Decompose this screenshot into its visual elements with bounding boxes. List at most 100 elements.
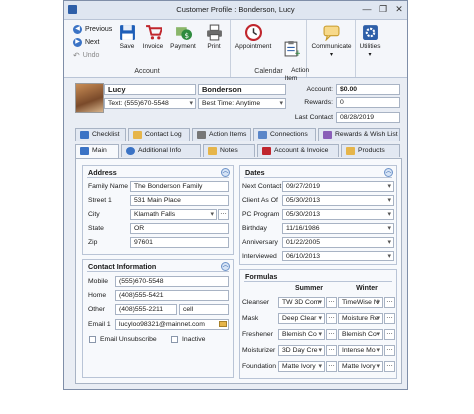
summer-more-button[interactable]: …	[326, 361, 337, 372]
tab-action-items[interactable]: Action Items	[192, 128, 251, 141]
tab-main[interactable]: Main	[75, 144, 119, 158]
email-label: Email 1	[88, 321, 111, 328]
info-icon	[126, 147, 135, 155]
appointment-label: Appointment	[234, 43, 272, 50]
email-field[interactable]: lucyloo98321@mainnet.com	[115, 319, 229, 330]
inactive-checkbox[interactable]	[171, 336, 178, 343]
inactive-label: Inactive	[182, 336, 206, 343]
payment-button[interactable]: $ Payment	[168, 24, 198, 51]
summer-formula-select[interactable]: Matte Ivory	[278, 361, 325, 372]
invoice-button[interactable]: Invoice	[140, 24, 166, 51]
left-arrow-icon: ◀	[73, 25, 82, 34]
invoice-label: Invoice	[142, 43, 164, 50]
print-label: Print	[207, 43, 221, 50]
right-arrow-icon: ▶	[73, 38, 82, 47]
summer-formula-select[interactable]: Deep Clear	[278, 313, 325, 324]
collapse-icon[interactable]: ︿	[221, 168, 230, 177]
tab-products[interactable]: Products	[341, 144, 400, 157]
close-button[interactable]: ✕	[392, 4, 406, 15]
divider	[244, 281, 392, 282]
last-name-field[interactable]: Bonderson	[198, 84, 286, 95]
connections-icon	[258, 131, 267, 139]
account-group-label: Account	[134, 68, 160, 75]
date-field[interactable]: 09/27/2019	[282, 181, 394, 192]
tab-contact-log[interactable]: Contact Log	[128, 128, 190, 141]
winter-formula-select[interactable]: Intense Mo	[338, 345, 383, 356]
best-time-select[interactable]: Best Time: Anytime	[198, 98, 286, 109]
collapse-icon[interactable]: ︿	[221, 262, 230, 271]
winter-more-button[interactable]: …	[384, 297, 395, 308]
winter-more-button[interactable]: …	[384, 329, 395, 340]
contact-info-section: Contact Information ︿ Mobile (555)670-55…	[82, 259, 234, 378]
date-field[interactable]: 01/22/2005	[282, 237, 394, 248]
summer-more-button[interactable]: …	[326, 329, 337, 340]
tab-label: Notes	[220, 147, 238, 154]
restore-button[interactable]: ❐	[376, 4, 390, 15]
winter-more-button[interactable]: …	[384, 313, 395, 324]
summer-more-button[interactable]: …	[326, 313, 337, 324]
tab-label: Products	[358, 147, 385, 154]
date-field[interactable]: 05/30/2013	[282, 195, 394, 206]
collapse-icon[interactable]: ︿	[384, 168, 393, 177]
state-field[interactable]: OR	[130, 223, 229, 234]
date-field[interactable]: 06/10/2013	[282, 251, 394, 261]
first-name-field[interactable]: Lucy	[104, 84, 196, 95]
tab-additional-info[interactable]: Additional Info	[121, 144, 201, 157]
summer-formula-select[interactable]: TW 3D Com	[278, 297, 325, 308]
mobile-field[interactable]: (555)670-5548	[115, 276, 229, 287]
rewards-icon	[323, 131, 332, 139]
save-button[interactable]: Save	[116, 24, 138, 51]
appointment-button[interactable]: Appointment	[233, 24, 273, 51]
state-label: State	[88, 225, 104, 232]
tab-account-invoice[interactable]: Account & Invoice	[257, 144, 339, 157]
gear-icon	[362, 25, 378, 40]
family-name-field[interactable]: The Bonderson Family	[130, 181, 229, 192]
formulas-section: Formulas Summer Winter Cleanser TW 3D Co…	[239, 269, 397, 379]
other-type-field[interactable]: cell	[179, 304, 229, 315]
winter-formula-select[interactable]: TimeWise N	[338, 297, 383, 308]
summer-more-button[interactable]: …	[326, 345, 337, 356]
email-unsubscribe-checkbox[interactable]	[89, 336, 96, 343]
undo-button[interactable]: ↶ Undo	[73, 51, 99, 60]
street-field[interactable]: 531 Main Place	[130, 195, 229, 206]
winter-formula-select[interactable]: Matte Ivory	[338, 361, 383, 372]
summer-more-button[interactable]: …	[326, 297, 337, 308]
calendar-group: Appointment + Action Item Calendar	[231, 20, 309, 82]
next-button[interactable]: ▶ Next	[73, 38, 99, 47]
home-icon	[80, 147, 89, 155]
tab-notes[interactable]: Notes	[203, 144, 255, 157]
customer-photo[interactable]	[75, 83, 104, 113]
text-phone-select[interactable]: Text: (555)670-5548	[104, 98, 196, 109]
winter-more-button[interactable]: …	[384, 345, 395, 356]
date-label: Next Contact	[242, 183, 282, 190]
envelope-icon[interactable]	[219, 321, 227, 327]
communicate-button[interactable]: Communicate ▾	[308, 24, 355, 59]
tab-rewards-wish-list[interactable]: Rewards & Wish List	[318, 128, 400, 141]
other-phone-field[interactable]: (408)555-2211	[115, 304, 177, 315]
minimize-button[interactable]: —	[360, 4, 374, 15]
date-field[interactable]: 05/30/2013	[282, 209, 394, 220]
print-button[interactable]: Print	[202, 24, 226, 51]
summer-formula-select[interactable]: 3D Day Cre	[278, 345, 325, 356]
undo-label: Undo	[82, 52, 100, 59]
city-more-button[interactable]: …	[218, 209, 229, 220]
city-select[interactable]: Klamath Falls	[130, 209, 217, 220]
previous-button[interactable]: ◀ Previous	[73, 25, 112, 34]
checklist-icon	[80, 131, 89, 139]
zip-field[interactable]: 97601	[130, 237, 229, 248]
winter-formula-select[interactable]: Moisture Re	[338, 313, 383, 324]
communicate-dropdown-icon: ▾	[329, 52, 333, 58]
tab-label: Main	[92, 147, 107, 154]
winter-formula-select[interactable]: Blemish Co	[338, 329, 383, 340]
winter-more-button[interactable]: …	[384, 361, 395, 372]
summer-formula-select[interactable]: Blemish Co	[278, 329, 325, 340]
products-icon	[346, 147, 355, 155]
home-field[interactable]: (408)555-5421	[115, 290, 229, 301]
tab-connections[interactable]: Connections	[253, 128, 316, 141]
date-label: Client As Of	[242, 197, 278, 204]
email-unsubscribe-label: Email Unsubscribe	[100, 336, 157, 343]
tab-checklist[interactable]: Checklist	[75, 128, 126, 141]
contact-log-icon	[133, 131, 142, 139]
utilities-button[interactable]: Utilities ▾	[357, 24, 383, 59]
date-field[interactable]: 11/16/1986	[282, 223, 394, 234]
